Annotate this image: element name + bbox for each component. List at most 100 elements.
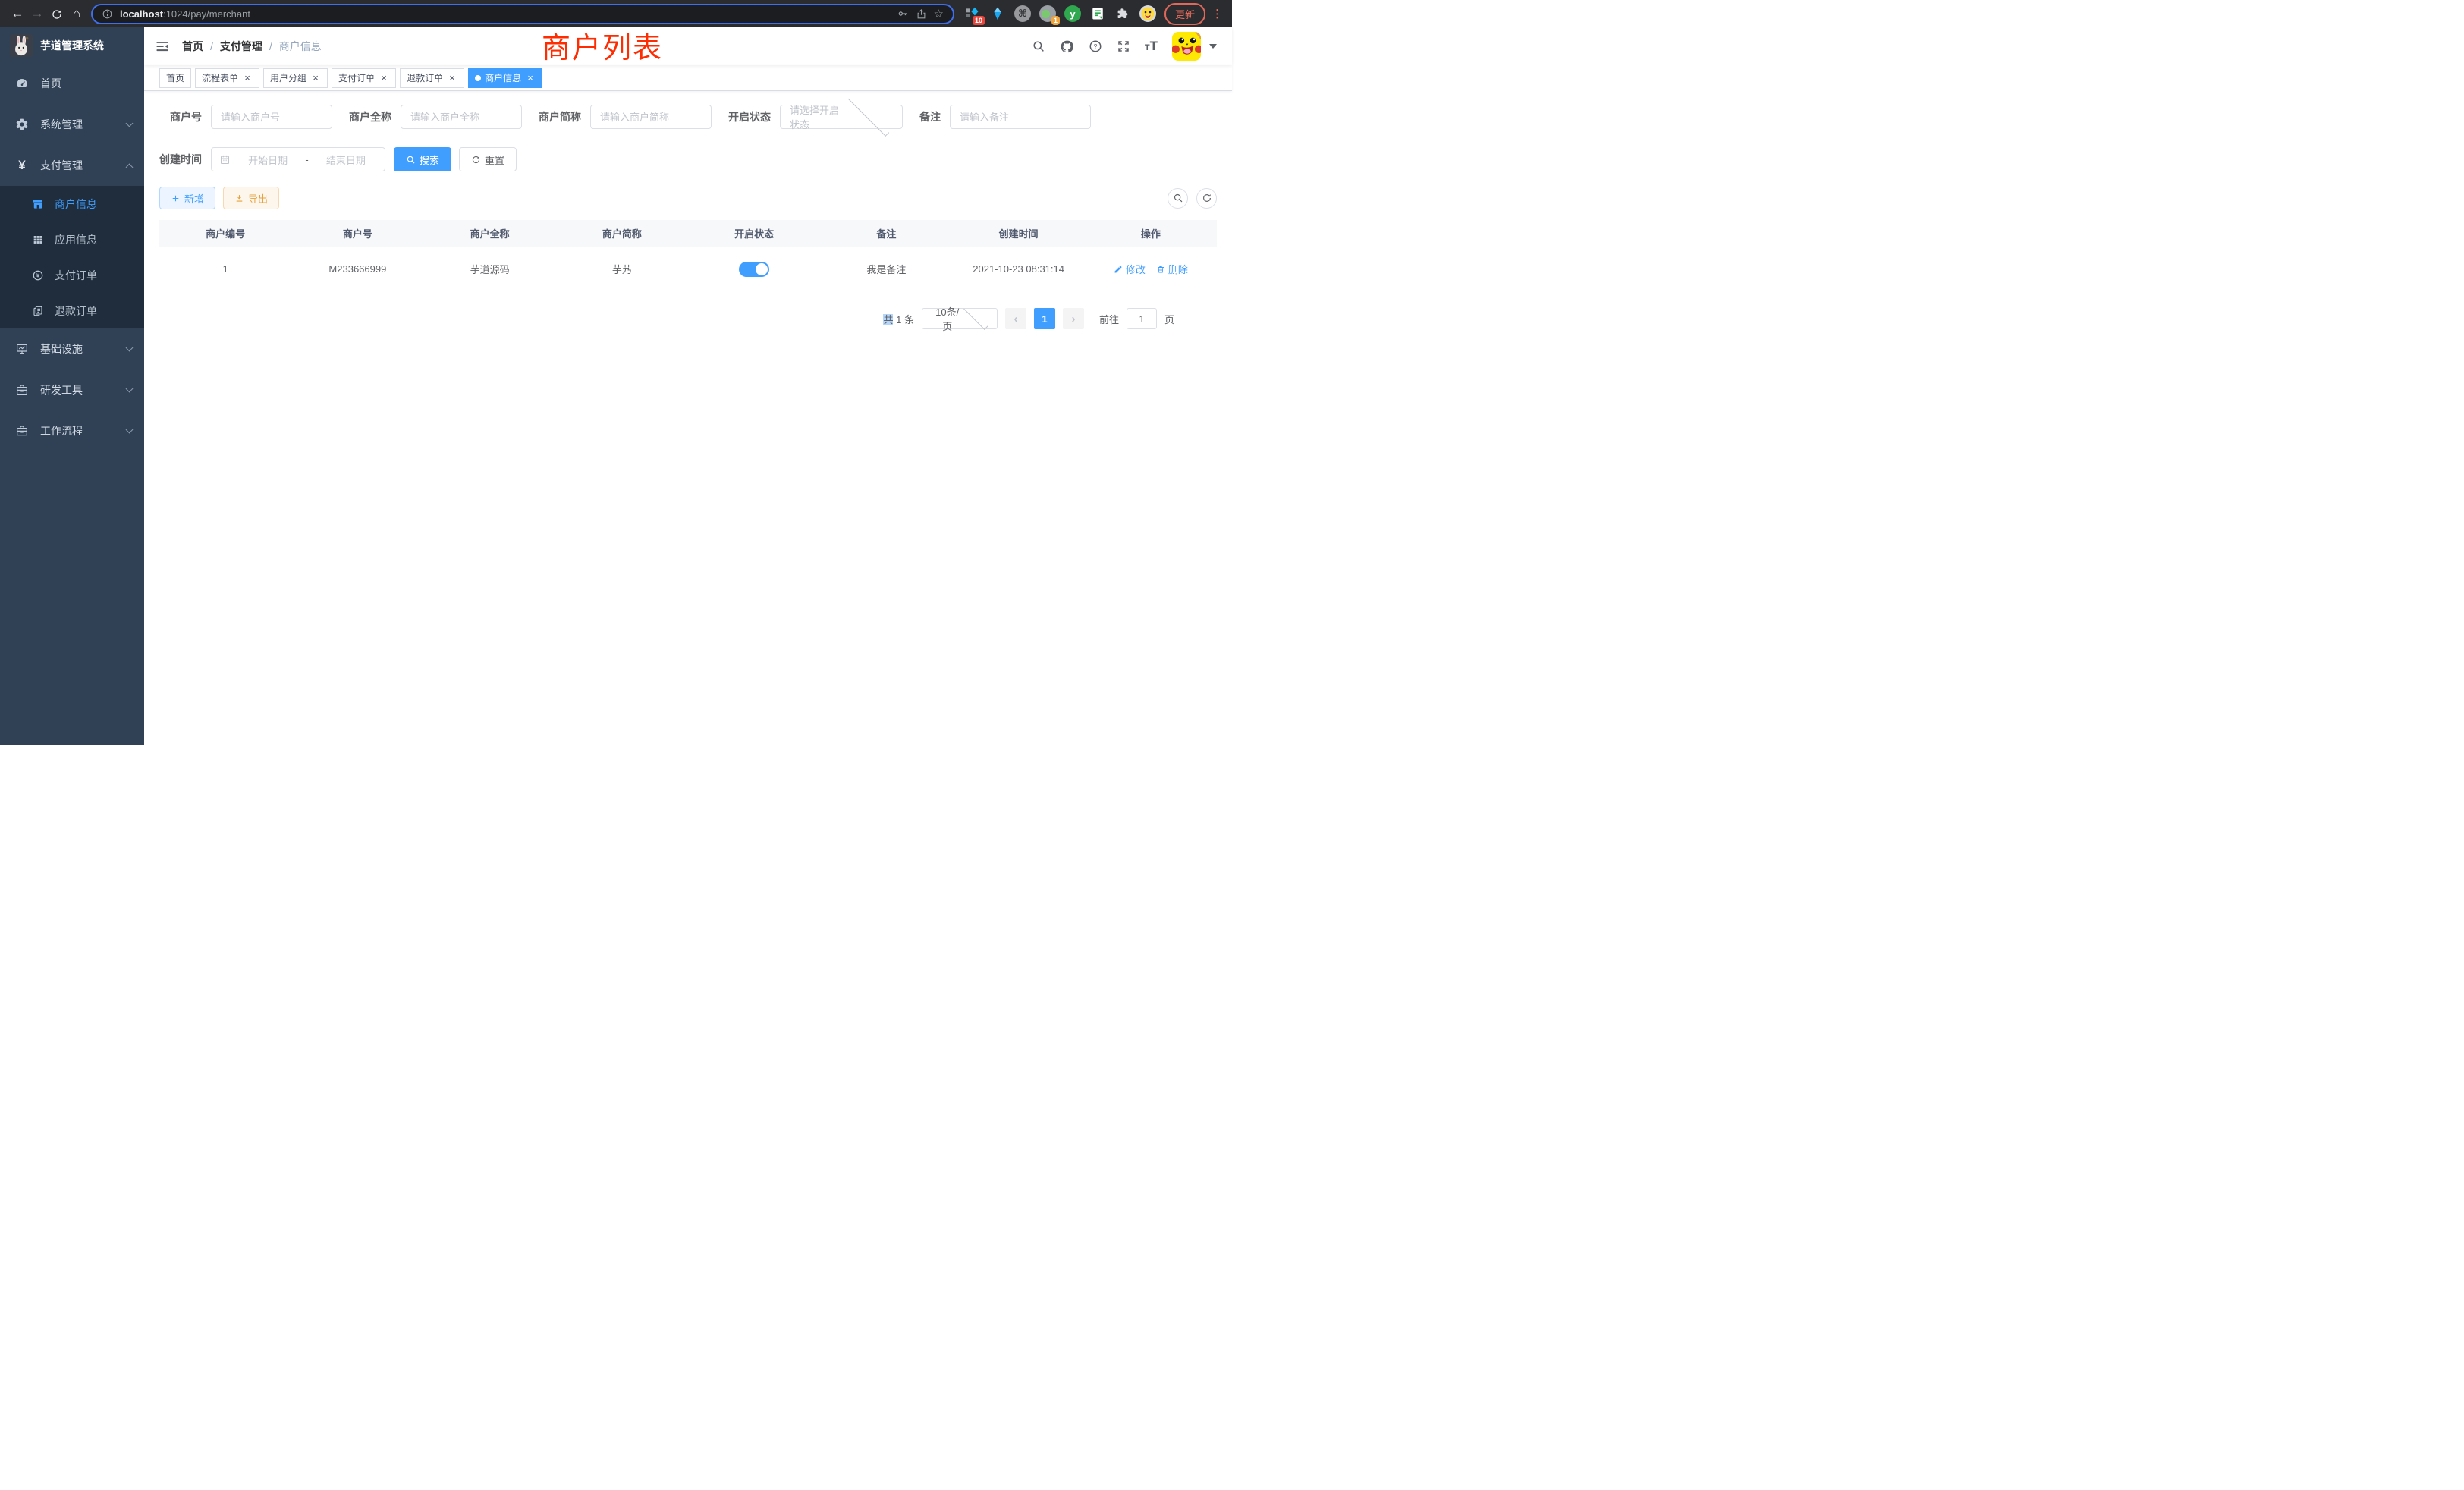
address-bar[interactable]: localhost:1024/pay/merchant ☆ [91,4,954,24]
user-avatar[interactable] [1172,32,1201,61]
status-toggle[interactable] [739,262,769,277]
create-time-label: 创建时间 [159,152,202,167]
page-size-select[interactable]: 10条/页 [922,308,998,329]
main-area: 首页 / 支付管理 / 商户信息 TT 首页 流程表单× 用户分组× [144,27,1232,745]
sidebar-item-pay-order[interactable]: 支付订单 [0,257,144,293]
breadcrumb: 首页 / 支付管理 / 商户信息 [182,39,322,54]
fullscreen-icon[interactable] [1117,39,1130,53]
tab-merchant-info[interactable]: 商户信息× [468,68,542,88]
breadcrumb-payment[interactable]: 支付管理 [220,39,262,54]
sidebar-item-home[interactable]: 首页 [0,63,144,104]
search-button[interactable]: 搜索 [394,147,451,171]
site-info-icon[interactable] [102,8,113,20]
page-1-button[interactable]: 1 [1034,308,1055,329]
sidebar-item-infrastructure[interactable]: 基础设施 [0,328,144,369]
export-button[interactable]: 导出 [223,187,279,209]
tab-process-form[interactable]: 流程表单× [195,68,259,88]
sidebar-item-workflow[interactable]: 工作流程 [0,410,144,451]
tab-user-group[interactable]: 用户分组× [263,68,328,88]
bookmark-star-icon[interactable]: ☆ [934,7,944,20]
sidebar-item-refund-order[interactable]: 退款订单 [0,293,144,328]
tab-pay-order[interactable]: 支付订单× [332,68,396,88]
navbar-actions: TT [1032,32,1217,61]
extension-recorder-icon[interactable]: 1 [1039,5,1057,23]
sidebar-item-system[interactable]: 系统管理 [0,104,144,145]
toggle-search-button[interactable] [1168,188,1188,209]
filter-row-2: 创建时间 开始日期 - 结束日期 搜索 重置 [159,147,1217,171]
extension-gem-icon[interactable] [988,5,1007,23]
avatar-dropdown-caret-icon[interactable] [1209,44,1217,49]
sidebar-item-dev-tools[interactable]: 研发工具 [0,369,144,410]
sidebar-item-label: 首页 [40,76,132,91]
calendar-icon [219,154,231,165]
browser-home-button[interactable]: ⌂ [67,0,86,27]
url-path: :1024/pay/merchant [163,8,250,20]
tab-home[interactable]: 首页 [159,68,191,88]
col-header-actions: 操作 [1085,226,1217,240]
full-name-input[interactable] [401,105,522,129]
password-key-icon[interactable] [897,8,909,20]
cell-create-time: 2021-10-23 08:31:14 [953,263,1085,275]
add-button[interactable]: 新增 [159,187,215,209]
merchant-no-input[interactable] [211,105,332,129]
top-navbar: 首页 / 支付管理 / 商户信息 TT [144,27,1232,65]
breadcrumb-home[interactable]: 首页 [182,39,203,54]
extension-blue-diamond-icon[interactable]: 10 [963,5,982,23]
col-header-status: 开启状态 [688,226,820,240]
sidebar-collapse-icon[interactable] [155,39,170,54]
date-separator: - [305,154,308,165]
browser-reload-button[interactable] [47,0,67,27]
short-name-input[interactable] [590,105,712,129]
close-icon[interactable]: × [447,73,457,83]
status-select[interactable]: 请选择开启状态 [780,105,903,129]
browser-update-button[interactable]: 更新 [1164,3,1205,25]
delete-link[interactable]: 删除 [1156,262,1188,276]
chevron-down-icon [126,119,134,127]
header-search-icon[interactable] [1032,39,1045,53]
browser-menu-icon[interactable]: ⋮ [1212,7,1223,20]
extensions-puzzle-icon[interactable] [1114,5,1132,23]
share-icon[interactable] [916,8,927,20]
browser-forward-button[interactable]: → [27,0,47,27]
sidebar-item-label: 系统管理 [40,117,115,132]
goto-page-input[interactable] [1127,308,1157,329]
prev-page-button[interactable]: ‹ [1005,308,1026,329]
tab-refund-order[interactable]: 退款订单× [400,68,464,88]
chevron-down-icon [964,305,988,329]
browser-back-button[interactable]: ← [8,0,27,27]
close-icon[interactable]: × [379,73,389,83]
merchant-table: 商户编号 商户号 商户全称 商户简称 开启状态 备注 创建时间 操作 1 M23… [159,220,1217,291]
reset-button[interactable]: 重置 [459,147,517,171]
remark-input[interactable] [950,105,1091,129]
close-icon[interactable]: × [310,73,321,83]
table-toolbar: 新增 导出 [159,187,1217,209]
sidebar-item-payment[interactable]: ¥ 支付管理 [0,145,144,186]
app-title: 芋道管理系统 [40,38,104,53]
refresh-table-button[interactable] [1196,188,1217,209]
date-end-placeholder: 结束日期 [315,152,377,167]
extension-badge: 1 [1051,16,1060,25]
next-page-button[interactable]: › [1063,308,1084,329]
extensions-area: 10 ⌘ 1 y [963,5,1157,23]
close-icon[interactable]: × [525,73,536,83]
sidebar-item-label: 基础设施 [40,341,115,357]
status-label: 开启状态 [728,109,771,124]
github-icon[interactable] [1060,39,1074,54]
col-header-create-time: 创建时间 [953,226,1085,240]
merchant-no-label: 商户号 [159,109,202,124]
sidebar-item-merchant-info[interactable]: 商户信息 [0,186,144,222]
extension-command-icon[interactable]: ⌘ [1014,5,1032,23]
app-logo-row[interactable]: 芋道管理系统 [0,27,144,63]
url-text: localhost:1024/pay/merchant [120,8,890,20]
font-size-icon[interactable]: TT [1145,39,1158,54]
edit-link[interactable]: 修改 [1114,262,1146,276]
extension-notes-icon[interactable] [1089,5,1107,23]
sidebar-item-app-info[interactable]: 应用信息 [0,222,144,257]
create-time-range-picker[interactable]: 开始日期 - 结束日期 [211,147,385,171]
yen-icon: ¥ [15,158,29,173]
extension-y-icon[interactable]: y [1064,5,1082,23]
close-icon[interactable]: × [242,73,253,83]
browser-profile-avatar[interactable] [1139,5,1157,23]
pagination-total: 共 1 条 [883,312,914,326]
help-icon[interactable] [1089,39,1102,53]
